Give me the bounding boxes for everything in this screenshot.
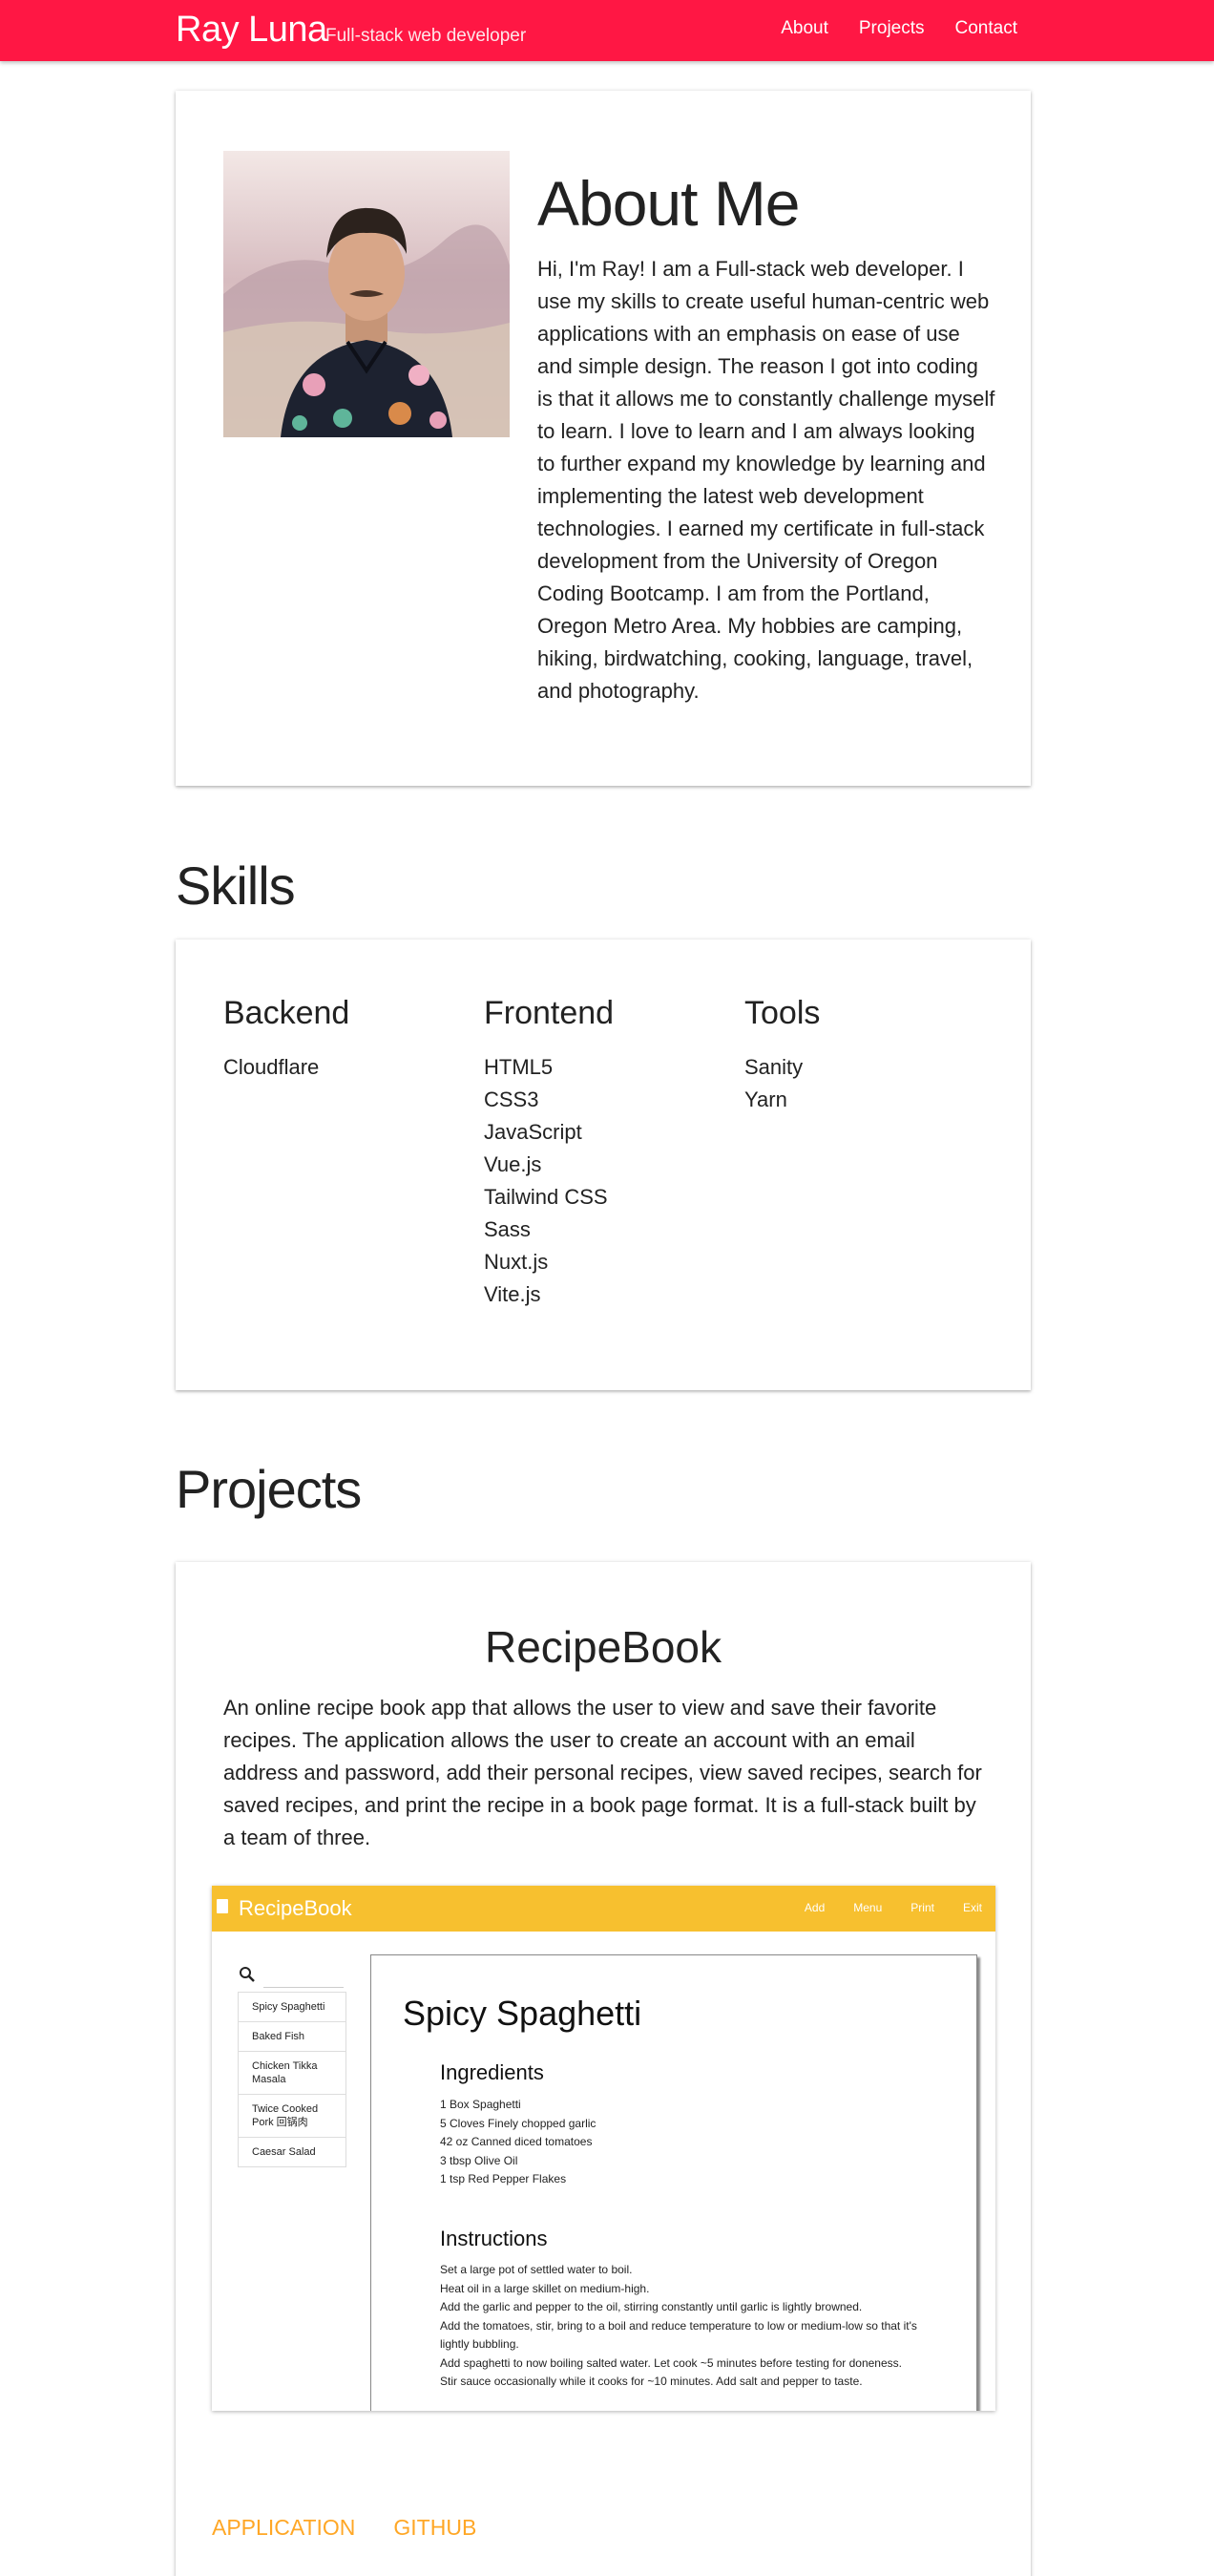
list-item: Chicken Tikka Masala: [239, 2052, 345, 2095]
skill-column-backend: Backend Cloudflare: [223, 995, 452, 1084]
skill-heading: Frontend: [484, 995, 615, 1031]
about-title: About Me: [537, 168, 800, 239]
project-links: APPLICATION GITHUB: [212, 2515, 476, 2541]
project-description: An online recipe book app that allows th…: [223, 1696, 982, 1849]
screenshot-nav-item: Print: [910, 1901, 934, 1914]
instruction-item: Set a large pot of settled water to boil…: [440, 2263, 633, 2276]
screenshot-app-title: RecipeBook: [239, 1896, 352, 1920]
ingredients-heading: Ingredients: [440, 2060, 544, 2084]
site-tagline: Full-stack web developer: [325, 26, 527, 46]
search-icon: [239, 1966, 256, 1988]
application-link[interactable]: APPLICATION: [212, 2515, 355, 2541]
screenshot-app-bar: RecipeBook Add Menu Print Exit: [212, 1886, 995, 1932]
ingredient-item: 1 tsp Red Pepper Flakes: [440, 2172, 567, 2185]
skill-item: Sanity: [744, 1055, 804, 1079]
list-item: Spicy Spaghetti: [239, 1993, 345, 2022]
about-card: About Me Hi, I'm Ray! I am a Full-stack …: [176, 91, 1031, 786]
nav-projects-link[interactable]: Projects: [859, 18, 925, 39]
book-icon: [217, 1899, 228, 1913]
project-screenshot: RecipeBook Add Menu Print Exit Spicy Spa…: [212, 1886, 995, 2411]
ingredient-item: 1 Box Spaghetti: [440, 2098, 521, 2111]
screenshot-nav: Add Menu Print Exit: [805, 1901, 982, 1914]
skill-heading: Backend: [223, 995, 350, 1031]
project-name: RecipeBook: [484, 1622, 722, 1672]
skills-title: Skills: [176, 855, 296, 916]
skill-item: HTML5: [484, 1055, 554, 1079]
instruction-item: Add the garlic and pepper to the oil, st…: [440, 2300, 863, 2313]
skill-item: Yarn: [744, 1087, 787, 1111]
projects-title: Projects: [176, 1459, 362, 1519]
skill-item: Cloudflare: [223, 1055, 320, 1079]
instruction-item: Add spaghetti to now boiling salted wate…: [440, 2355, 902, 2370]
skill-item: Vue.js: [484, 1152, 542, 1176]
screenshot-recipe-list: Spicy Spaghetti Baked Fish Chicken Tikka…: [238, 1992, 346, 2167]
instruction-item: Add the tomatoes, stir, bring to a boil …: [440, 2318, 917, 2352]
site-name[interactable]: Ray Luna: [176, 10, 327, 51]
github-link[interactable]: GITHUB: [393, 2515, 476, 2541]
list-item: Baked Fish: [239, 2022, 345, 2052]
screenshot-nav-item: Menu: [853, 1901, 883, 1914]
instruction-item: Heat oil in a large skillet on medium-hi…: [440, 2281, 650, 2295]
skill-item: JavaScript: [484, 1120, 582, 1144]
skill-item: Sass: [484, 1217, 531, 1241]
instructions-heading: Instructions: [440, 2227, 548, 2250]
profile-photo: [223, 151, 510, 437]
screenshot-recipe-page: Spicy Spaghetti Ingredients 1 Box Spaghe…: [370, 1954, 977, 2411]
ingredient-item: 3 tbsp Olive Oil: [440, 2153, 518, 2167]
screenshot-search-underline: [263, 1987, 344, 1988]
main-nav: About Projects Contact: [781, 18, 1017, 39]
list-item: Caesar Salad: [252, 2146, 316, 2158]
list-item: Twice Cooked Pork 回锅肉: [239, 2095, 345, 2138]
nav-contact-link[interactable]: Contact: [955, 18, 1017, 39]
skill-column-tools: Tools Sanity Yarn: [744, 995, 973, 1116]
screenshot-nav-item: Add: [804, 1901, 826, 1914]
project-card: RecipeBook An online recipe book app tha…: [176, 1562, 1031, 2576]
about-text: Hi, I'm Ray! I am a Full-stack web devel…: [537, 257, 995, 703]
skill-item: Nuxt.js: [484, 1250, 549, 1274]
ingredient-item: 5 Cloves Finely chopped garlic: [440, 2116, 597, 2130]
ingredient-item: 42 oz Canned diced tomatoes: [440, 2135, 593, 2148]
skill-column-frontend: Frontend HTML5 CSS3 JavaScript Vue.js Ta…: [484, 995, 713, 1311]
instruction-item: Stir sauce occasionally while it cooks f…: [440, 2375, 863, 2388]
top-navbar: Ray Luna Full-stack web developer About …: [0, 0, 1214, 61]
recipe-title: Spicy Spaghetti: [403, 1994, 642, 2033]
skill-item: Tailwind CSS: [484, 1185, 608, 1209]
skills-card: Backend Cloudflare Frontend HTML5 CSS3 J…: [176, 940, 1031, 1390]
ingredients-list: 1 Box Spaghetti 5 Cloves Finely chopped …: [440, 2096, 596, 2189]
skill-heading: Tools: [744, 995, 821, 1031]
screenshot-nav-item: Exit: [962, 1901, 982, 1914]
instructions-list: Set a large pot of settled water to boil…: [440, 2261, 917, 2392]
nav-about-link[interactable]: About: [781, 18, 828, 39]
skill-item: Vite.js: [484, 1282, 541, 1306]
skill-item: CSS3: [484, 1087, 539, 1111]
